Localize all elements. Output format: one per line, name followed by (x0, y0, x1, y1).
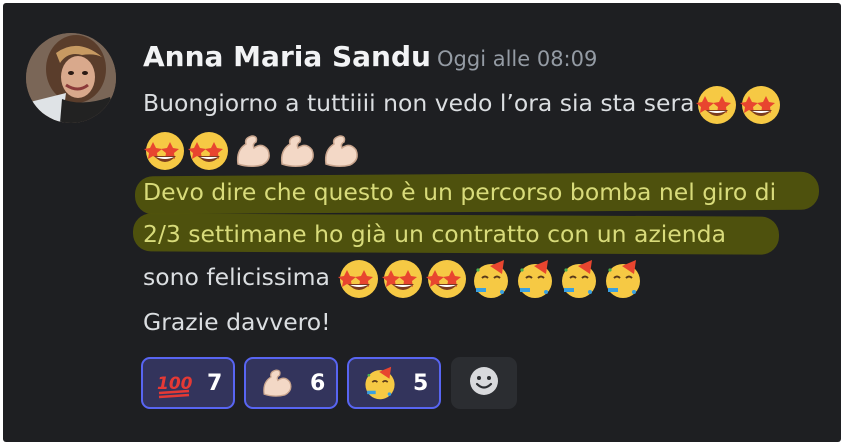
reaction-flexed-biceps[interactable]: 6 (244, 357, 338, 409)
reaction-count: 7 (207, 370, 223, 396)
star-struck-emoji (739, 84, 782, 126)
hundred-points-emoji: 100 (156, 365, 192, 401)
star-struck-emoji (426, 258, 468, 300)
author-name[interactable]: Anna Maria Sandu (143, 40, 431, 73)
flexed-biceps-emoji (320, 130, 362, 172)
message-line: Grazie davvero! (143, 308, 331, 336)
reaction-hundred-points[interactable]: 100 7 (141, 357, 235, 409)
partying-face-emoji (602, 258, 644, 300)
partying-face-emoji (470, 258, 512, 300)
reaction-count: 5 (413, 370, 429, 396)
message-text: sono felicissima (143, 263, 330, 291)
partying-face-emoji (558, 258, 600, 300)
flexed-biceps-emoji (259, 365, 295, 401)
message-line: Buongiorno a tuttiiii non vedo l’ora sia… (143, 83, 783, 126)
avatar[interactable] (26, 33, 116, 123)
star-struck-emoji (338, 258, 380, 300)
star-struck-emoji (695, 84, 738, 126)
message-line-highlighted: Devo dire che questo è un percorso bomba… (143, 178, 777, 206)
add-reaction-button[interactable] (451, 357, 517, 409)
message-line-emojis (143, 129, 363, 173)
message-line: sono felicissima (143, 257, 645, 300)
message-line-highlighted: 2/3 settimane ho già un contratto con un… (143, 220, 726, 248)
chat-message: Anna Maria Sandu Oggi alle 08:09 Buongio… (3, 3, 841, 442)
message-timestamp: Oggi alle 08:09 (437, 47, 598, 71)
partying-face-emoji (362, 365, 398, 401)
smiley-add-icon (468, 365, 500, 401)
star-struck-emoji (144, 130, 186, 172)
message-text: Buongiorno a tuttiiii non vedo l’ora sia… (143, 89, 695, 117)
partying-face-emoji (514, 258, 556, 300)
flexed-biceps-emoji (276, 130, 318, 172)
reaction-count: 6 (310, 370, 326, 396)
star-struck-emoji (188, 130, 230, 172)
star-struck-emoji (382, 258, 424, 300)
reaction-partying-face[interactable]: 5 (347, 357, 441, 409)
flexed-biceps-emoji (232, 130, 274, 172)
